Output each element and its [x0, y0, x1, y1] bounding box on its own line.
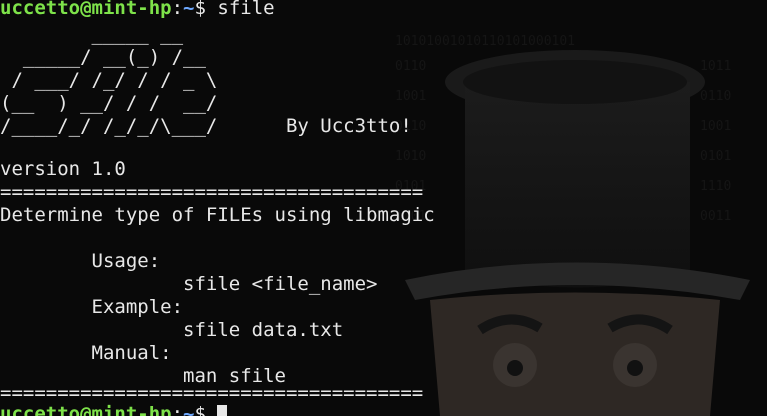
command-line: uccetto@mint-hp:~$ sfile — [0, 0, 275, 20]
usage-value: sfile <file_name> — [0, 273, 378, 295]
terminal-output: uccetto@mint-hp:~$ sfile _____ __ _____/… — [0, 0, 767, 416]
text-cursor[interactable] — [217, 405, 228, 416]
next-prompt-path: ~ — [183, 403, 195, 416]
prompt-path: ~ — [183, 0, 195, 19]
next-prompt-user-host: uccetto@mint-hp — [0, 403, 172, 416]
entered-command: sfile — [217, 0, 275, 19]
prompt-symbol: $ — [194, 0, 206, 19]
ascii-banner-line-1: _____ __ — [0, 23, 184, 45]
example-value: sfile data.txt — [0, 319, 344, 341]
manual-label: Manual: — [0, 342, 172, 364]
version-text: version 1.0 — [0, 158, 126, 180]
ascii-banner-line-3: / ___/ /_/ / / _ \ — [0, 69, 218, 91]
next-prompt-symbol: $ — [194, 403, 218, 416]
usage-label: Usage: — [0, 250, 161, 272]
ascii-banner-line-5: /____/_/ /_/_/\___/ By Ucc3tto! — [0, 115, 412, 137]
ascii-banner-line-4: (__ ) __/ / / __/ — [0, 92, 218, 114]
prompt-user-host: uccetto@mint-hp — [0, 0, 172, 19]
example-label: Example: — [0, 296, 184, 318]
ascii-banner-line-2: _____/ __(_) /__ — [0, 46, 206, 68]
separator-bottom: ===================================== — [0, 382, 424, 404]
description-text: Determine type of FILEs using libmagic — [0, 204, 435, 226]
separator-top: ===================================== — [0, 181, 424, 203]
next-prompt-separator: : — [171, 403, 184, 416]
next-prompt-line[interactable]: uccetto@mint-hp:~$ — [0, 403, 228, 416]
prompt-separator: : — [171, 0, 184, 19]
